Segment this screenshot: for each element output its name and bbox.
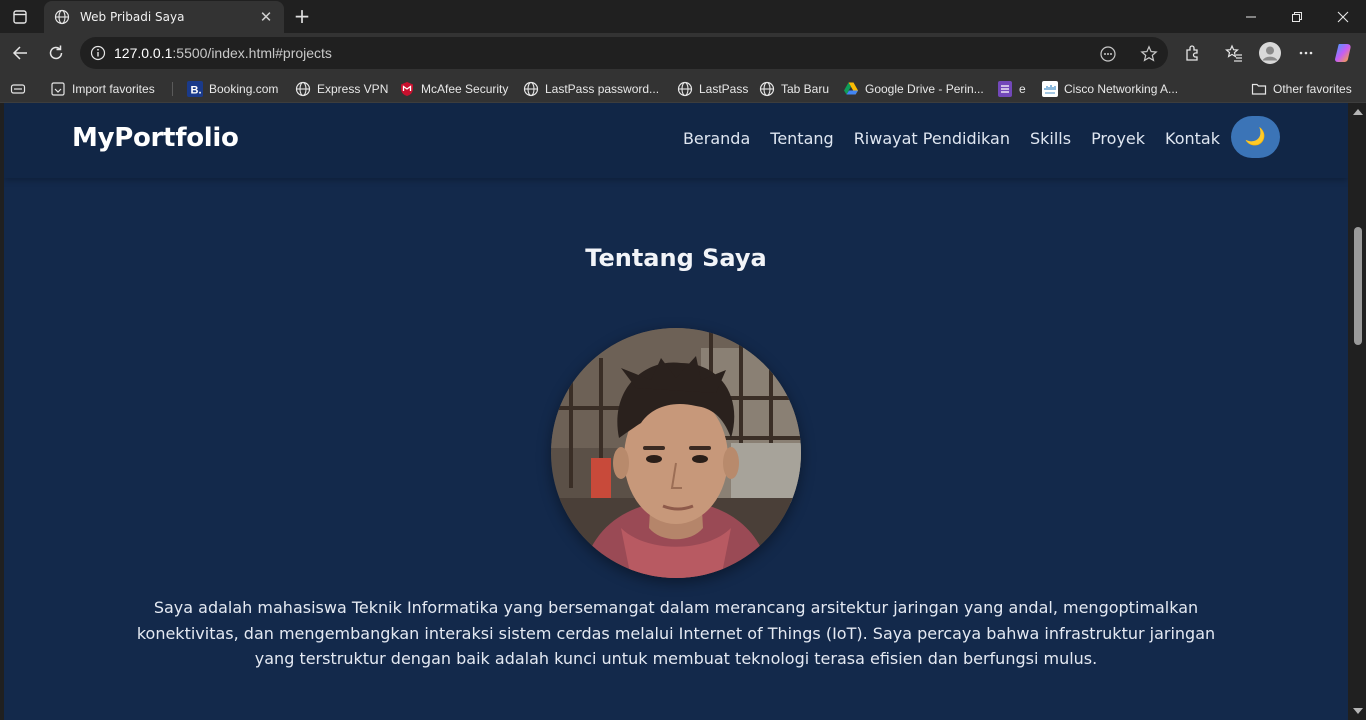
nav-link-kontak[interactable]: Kontak xyxy=(1165,129,1220,148)
fav-label: Cisco Networking A... xyxy=(1064,82,1179,96)
tab-bar: Web Pribadi Saya ✕ + xyxy=(0,0,1366,33)
browser-toolbar: 127.0.0.1:5500/index.html#projects xyxy=(0,33,1366,74)
favorites-divider xyxy=(172,82,173,96)
folder-icon xyxy=(1251,81,1267,97)
address-bar[interactable]: 127.0.0.1:5500/index.html#projects xyxy=(80,37,1168,69)
fav-label: Import favorites xyxy=(72,82,155,96)
cisco-icon xyxy=(1042,81,1058,97)
about-bio: Saya adalah mahasiswa Teknik Informatika… xyxy=(136,598,1216,668)
fav-label: Express VPN xyxy=(317,82,389,96)
back-arrow-icon xyxy=(12,46,27,60)
profile-photo-illustration xyxy=(551,328,801,578)
favorite-star-icon[interactable] xyxy=(1140,45,1158,63)
favorites-button[interactable] xyxy=(1219,38,1249,68)
fav-cisco[interactable]: Cisco Networking A... xyxy=(1042,80,1178,98)
minimize-button[interactable] xyxy=(1228,0,1274,33)
nav-link-tentang[interactable]: Tentang xyxy=(770,129,833,148)
more-dots-icon xyxy=(1299,51,1313,55)
fav-label: Google Drive - Perin... xyxy=(865,82,984,96)
puzzle-icon xyxy=(1186,45,1198,61)
fav-label: Tab Baru xyxy=(781,82,830,96)
section-title: Tentang Saya xyxy=(585,244,767,272)
globe-icon xyxy=(54,9,70,25)
favorites-bar: Import favorites B. Booking.com Express … xyxy=(0,74,1366,103)
fav-google-drive[interactable]: Google Drive - Perin... xyxy=(843,80,984,98)
scroll-down-icon[interactable] xyxy=(1353,708,1363,714)
fav-label: LastPass password... xyxy=(545,82,660,96)
minimize-icon xyxy=(1246,16,1256,17)
tab-title: Web Pribadi Saya xyxy=(80,10,185,24)
scroll-up-icon[interactable] xyxy=(1353,109,1363,115)
import-icon xyxy=(50,81,66,97)
fav-label: e xyxy=(1019,82,1026,96)
fav-lastpass-password[interactable]: LastPass password... xyxy=(523,80,659,98)
fav-label: LastPass xyxy=(699,82,749,96)
read-aloud-icon[interactable] xyxy=(1099,45,1117,63)
site-brand[interactable]: MyPortfolio xyxy=(72,123,239,153)
other-favorites[interactable]: Other favorites xyxy=(1251,80,1352,98)
restore-button[interactable] xyxy=(1274,0,1320,33)
fav-label: McAfee Security xyxy=(421,82,509,96)
fav-lastpass[interactable]: LastPass xyxy=(677,80,748,98)
refresh-button[interactable] xyxy=(41,38,71,68)
profile-button[interactable] xyxy=(1255,38,1285,68)
forms-icon xyxy=(997,81,1013,97)
fav-e[interactable]: e xyxy=(997,80,1026,98)
theme-toggle-button[interactable]: 🌙 xyxy=(1231,116,1280,158)
profile-photo xyxy=(551,328,801,578)
nav-link-riwayat-pendidikan[interactable]: Riwayat Pendidikan xyxy=(854,129,1010,148)
tab-actions-button[interactable] xyxy=(0,0,40,33)
tab-actions-icon xyxy=(13,9,27,24)
moon-icon: 🌙 xyxy=(1244,127,1267,147)
refresh-icon xyxy=(49,45,63,60)
svg-text:B.: B. xyxy=(191,85,202,97)
more-menu-button[interactable] xyxy=(1291,38,1321,68)
extensions-button[interactable] xyxy=(1178,38,1208,68)
mcafee-icon xyxy=(399,81,415,97)
nav-links: Beranda Tentang Riwayat Pendidikan Skill… xyxy=(683,129,1220,148)
fav-booking[interactable]: B. Booking.com xyxy=(187,80,278,98)
copilot-button[interactable] xyxy=(1329,38,1359,68)
url-path: :5500/index.html#projects xyxy=(172,45,332,61)
fav-mcafee[interactable]: McAfee Security xyxy=(399,80,508,98)
fav-express-vpn[interactable]: Express VPN xyxy=(295,80,388,98)
close-tab-icon[interactable]: ✕ xyxy=(258,8,274,26)
close-icon xyxy=(1337,11,1349,22)
close-window-button[interactable] xyxy=(1320,0,1366,33)
page-scrollbar[interactable] xyxy=(1348,103,1366,720)
nav-link-beranda[interactable]: Beranda xyxy=(683,129,750,148)
collections-icon[interactable] xyxy=(10,80,26,98)
fav-label: Booking.com xyxy=(209,82,279,96)
favorites-list-icon xyxy=(1225,44,1242,62)
restore-icon xyxy=(1292,11,1302,22)
globe-icon xyxy=(759,81,775,97)
globe-icon xyxy=(295,81,311,97)
site-info-icon[interactable] xyxy=(90,45,106,61)
scroll-thumb[interactable] xyxy=(1354,227,1362,345)
fav-label: Other favorites xyxy=(1273,82,1352,96)
url-host: 127.0.0.1 xyxy=(114,45,173,61)
avatar-icon xyxy=(1259,42,1281,64)
back-button[interactable] xyxy=(5,38,35,68)
active-tab[interactable]: Web Pribadi Saya ✕ xyxy=(44,1,284,33)
globe-icon xyxy=(677,81,693,97)
copilot-icon xyxy=(1335,44,1351,62)
web-page: MyPortfolio Beranda Tentang Riwayat Pend… xyxy=(4,103,1348,720)
fav-import-favorites[interactable]: Import favorites xyxy=(50,80,155,98)
booking-icon: B. xyxy=(187,81,203,97)
google-drive-icon xyxy=(843,81,859,97)
site-navbar: MyPortfolio Beranda Tentang Riwayat Pend… xyxy=(4,103,1348,178)
new-tab-button[interactable]: + xyxy=(290,4,314,28)
globe-icon xyxy=(523,81,539,97)
fav-tab-baru[interactable]: Tab Baru xyxy=(759,80,829,98)
nav-link-proyek[interactable]: Proyek xyxy=(1091,129,1145,148)
nav-link-skills[interactable]: Skills xyxy=(1030,129,1071,148)
